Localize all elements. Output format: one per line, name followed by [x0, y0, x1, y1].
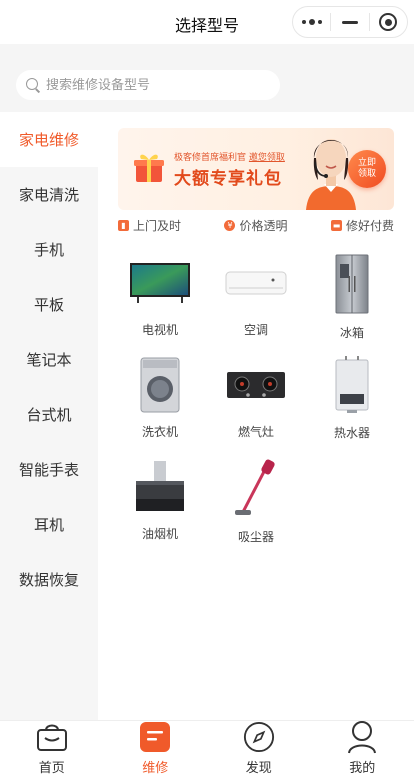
minimize-button[interactable] [331, 7, 368, 37]
repair-icon [139, 721, 171, 753]
gas-stove-icon [227, 371, 285, 398]
tab-mine[interactable]: 我的 [311, 721, 414, 780]
claim-line1: 立即 [357, 158, 376, 168]
tab-repair[interactable]: 维修 [104, 721, 208, 780]
sidebar-item-desktop[interactable]: 台式机 [0, 387, 98, 442]
tab-label: 我的 [349, 761, 376, 776]
vacuum-icon [235, 459, 275, 515]
feature-on-time: ▮ 上门及时 [118, 217, 181, 234]
door-icon: ▮ [118, 219, 129, 231]
sidebar-item-phone[interactable]: 手机 [0, 222, 98, 277]
bottom-tab-bar: 首页 维修 发现 我的 [0, 720, 414, 780]
more-dots-icon [301, 19, 322, 25]
minus-icon [341, 20, 358, 24]
product-washer[interactable]: 洗衣机 [112, 356, 208, 440]
content-panel: 极客修首席福利官 邀您领取 大额专享礼包 立即 领取 ▮ 上门及时 ¥ 价格透明 … [98, 112, 414, 720]
banner-subtitle-a: 极客修首席福利官 [174, 153, 247, 163]
sidebar-item-tablet[interactable]: 平板 [0, 277, 98, 332]
product-label: 油烟机 [141, 527, 178, 541]
category-sidebar: 家电维修 家电清洗 手机 平板 笔记本 台式机 智能手表 耳机 数据恢复 [0, 112, 98, 720]
sidebar-item-appliance-cleaning[interactable]: 家电清洗 [0, 167, 98, 222]
product-label: 洗衣机 [141, 425, 178, 439]
service-features: ▮ 上门及时 ¥ 价格透明 ▬ 修好付费 [118, 214, 394, 236]
feature-label: 上门及时 [133, 218, 182, 233]
search-area [0, 44, 414, 112]
feature-label: 修好付费 [345, 218, 394, 233]
product-air-conditioner[interactable]: 空调 [208, 254, 304, 338]
feature-label: 价格透明 [239, 218, 288, 233]
product-label: 燃气灶 [237, 425, 274, 439]
tab-discover[interactable]: 发现 [207, 721, 311, 780]
search-box[interactable] [16, 70, 280, 100]
air-conditioner-icon [225, 271, 287, 294]
product-label: 空调 [243, 323, 268, 337]
product-label: 吸尘器 [237, 530, 274, 544]
gift-icon [134, 154, 164, 182]
sidebar-item-appliance-repair[interactable]: 家电维修 [0, 112, 98, 167]
sidebar-item-data-recovery[interactable]: 数据恢复 [0, 552, 98, 607]
product-grid: 电视机 空调 冰箱 洗衣机 燃气灶 热水器 油烟机 吸尘器 [112, 254, 400, 544]
product-label: 冰箱 [339, 326, 364, 340]
mini-program-capsule [292, 6, 408, 38]
close-button[interactable] [370, 7, 407, 37]
tab-label: 发现 [245, 761, 272, 776]
sidebar-item-earphones[interactable]: 耳机 [0, 497, 98, 552]
tab-label: 维修 [142, 761, 169, 776]
fridge-icon [335, 254, 369, 314]
banner-subtitle: 极客修首席福利官 邀您领取 [174, 150, 285, 163]
tab-label: 首页 [38, 761, 65, 776]
more-menu-button[interactable] [293, 7, 330, 37]
banner-title: 大额专享礼包 [174, 169, 282, 189]
tab-home[interactable]: 首页 [0, 721, 104, 780]
home-bag-icon [36, 721, 68, 753]
product-label: 热水器 [333, 426, 370, 440]
search-icon [26, 78, 40, 92]
card-icon: ▬ [330, 219, 342, 231]
product-range-hood[interactable]: 油烟机 [112, 458, 208, 542]
compass-icon [243, 721, 275, 753]
product-fridge[interactable]: 冰箱 [304, 254, 400, 340]
washer-icon [140, 357, 180, 412]
product-water-heater[interactable]: 热水器 [304, 356, 400, 440]
banner-subtitle-b: 邀您领取 [248, 153, 285, 163]
promo-banner[interactable]: 极客修首席福利官 邀您领取 大额专享礼包 立即 领取 [118, 128, 394, 210]
product-label: 电视机 [141, 323, 178, 337]
tv-icon [130, 262, 190, 303]
feature-transparent-price: ¥ 价格透明 [224, 217, 288, 234]
search-input[interactable] [46, 77, 266, 93]
claim-line2: 领取 [357, 169, 376, 179]
user-icon [346, 721, 378, 754]
product-vacuum[interactable]: 吸尘器 [208, 458, 304, 544]
sidebar-item-laptop[interactable]: 笔记本 [0, 332, 98, 387]
water-heater-icon [335, 356, 369, 413]
yen-icon: ¥ [224, 219, 236, 231]
sidebar-item-smartwatch[interactable]: 智能手表 [0, 442, 98, 497]
claim-button[interactable]: 立即 领取 [348, 150, 386, 188]
product-gas-stove[interactable]: 燃气灶 [208, 356, 304, 440]
product-tv[interactable]: 电视机 [112, 254, 208, 338]
target-icon [379, 13, 398, 31]
nav-header: 选择型号 [0, 0, 414, 44]
range-hood-icon [136, 460, 184, 511]
feature-pay-after-repair: ▬ 修好付费 [330, 217, 394, 234]
